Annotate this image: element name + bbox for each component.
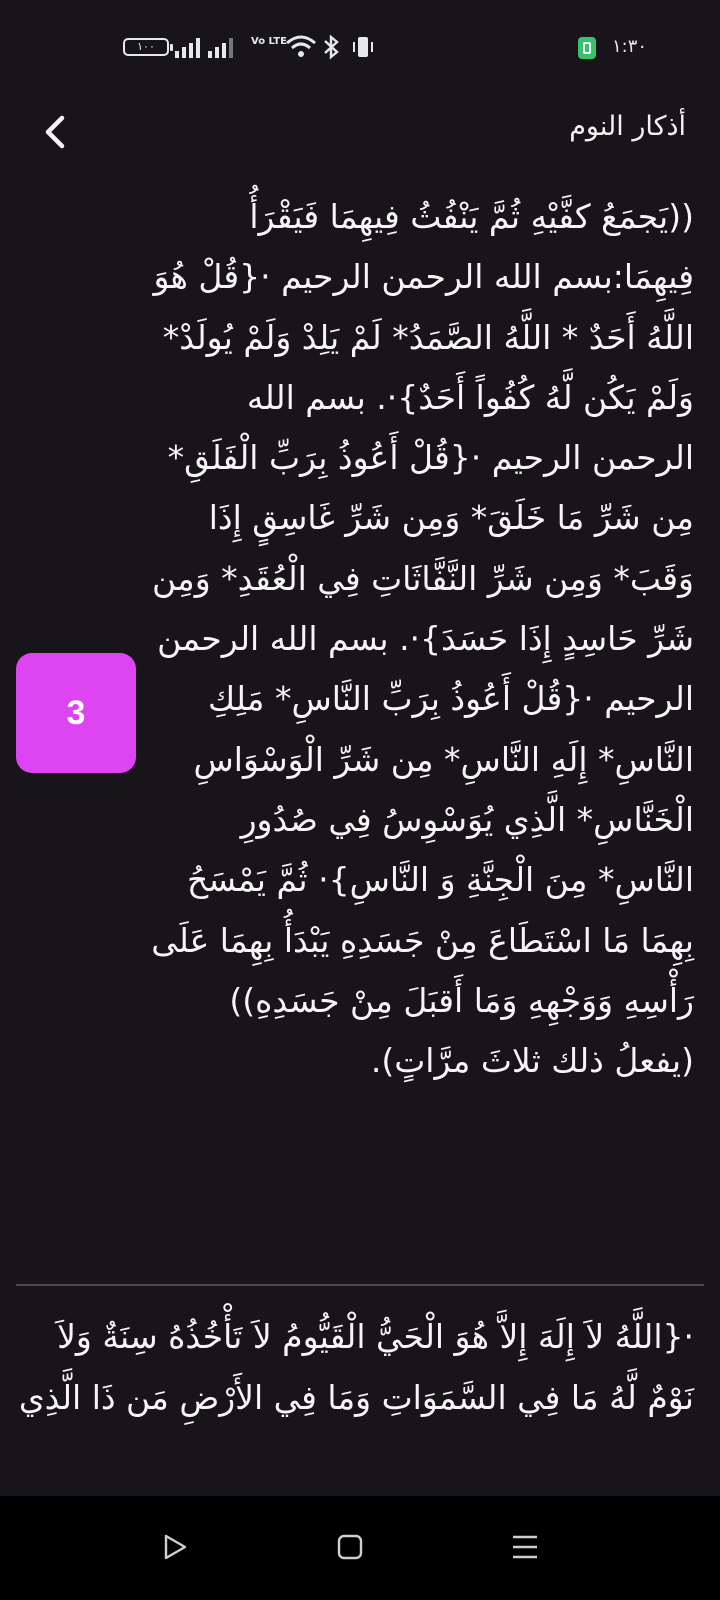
charging-battery-icon <box>578 37 596 59</box>
battery-indicator: ١٠٠ <box>123 38 173 56</box>
volte-label: Vo LTE <box>251 36 287 47</box>
status-time: ١:٣٠ <box>612 36 648 57</box>
zekr-list[interactable]: ((يَجمَعُ كفَّيْهِ ثُمَّ يَنْفُثُ فِيهِم… <box>0 166 720 1496</box>
status-bar: ١٠٠ Vo LTE ١:٣٠ <box>0 0 720 96</box>
counter-button[interactable]: 3 <box>16 653 136 773</box>
back-nav-icon[interactable] <box>160 1532 190 1562</box>
next-zekr-text: ·{اللَّهُ لاَ إِلَهَ إِلاَّ هُوَ الْحَيُ… <box>18 1317 694 1417</box>
back-arrow-icon[interactable] <box>34 110 78 154</box>
zekr-text: ((يَجمَعُ كفَّيْهِ ثُمَّ يَنْفُثُ فِيهِم… <box>151 197 694 1081</box>
page-title: أذكار النوم <box>569 111 686 142</box>
wifi-icon <box>286 35 316 57</box>
bluetooth-icon <box>324 34 339 60</box>
divider <box>16 1284 704 1286</box>
system-navigation-bar <box>0 1496 720 1600</box>
signal-strength-icon <box>175 36 200 58</box>
signal-strength-icon-2 <box>208 36 233 58</box>
app-bar: أذكار النوم <box>0 96 720 166</box>
recents-nav-icon[interactable] <box>510 1532 540 1562</box>
vibrate-icon <box>353 37 373 57</box>
battery-level: ١٠٠ <box>137 40 155 53</box>
volte-icon: Vo LTE <box>251 36 287 47</box>
home-nav-icon[interactable] <box>335 1532 365 1562</box>
